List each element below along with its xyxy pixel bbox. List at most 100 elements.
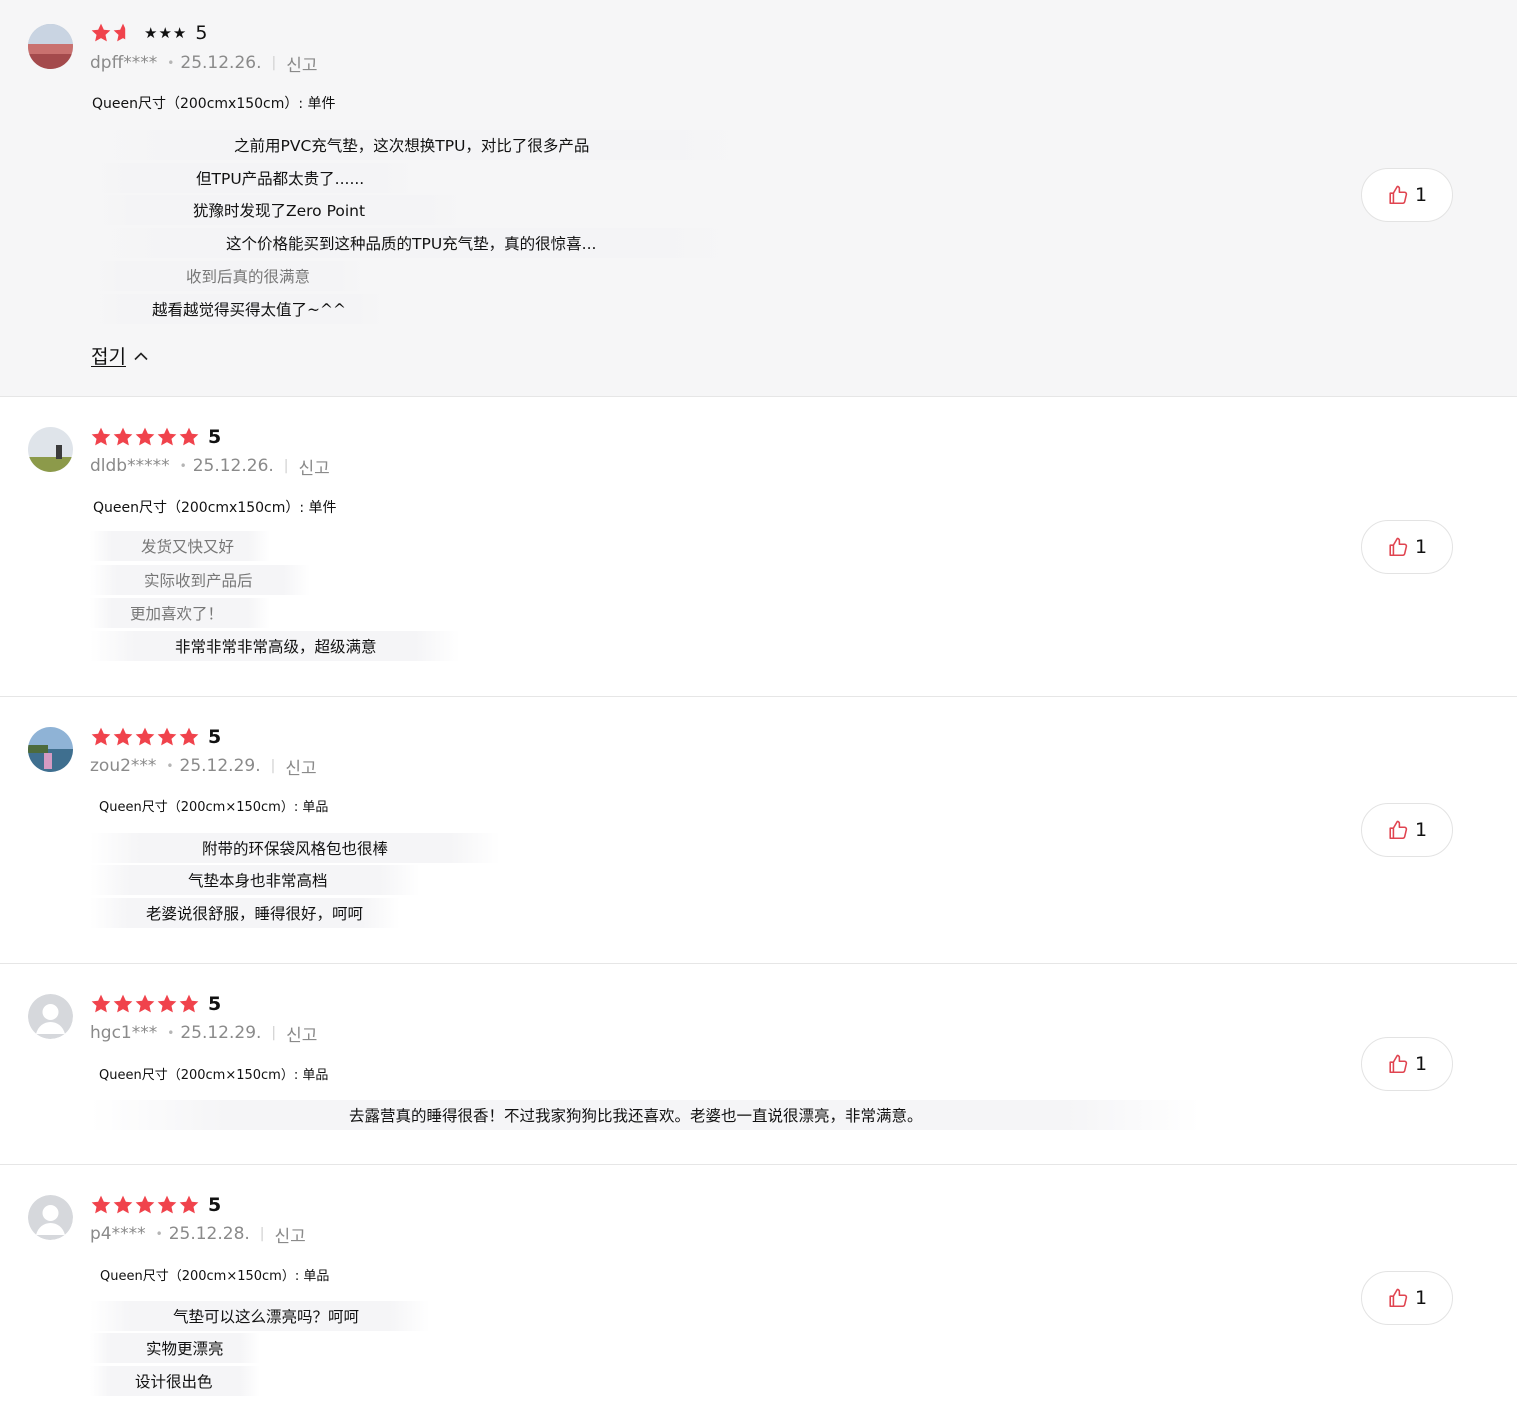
review-line: 越看越觉得买得太值了~^^	[90, 294, 390, 324]
star-icon	[178, 426, 200, 448]
meta-separator: |	[259, 1226, 265, 1242]
star-icon	[156, 993, 178, 1015]
default-avatar-icon	[28, 994, 73, 1039]
review-line: 设计很出色	[90, 1366, 260, 1396]
username: dpff****	[90, 53, 158, 73]
star-icon	[134, 426, 156, 448]
star-icon	[112, 22, 134, 44]
star-rating	[90, 426, 200, 448]
review-line: 收到后真的很满意	[90, 261, 370, 291]
report-button[interactable]: 신고	[285, 754, 316, 779]
review-line: 气垫本身也非常高档	[90, 865, 420, 895]
review-line: 这个价格能买到这种品质的TPU充气垫，真的很惊喜...	[90, 228, 740, 258]
rating-score: 5	[208, 993, 222, 1015]
rating-score: 5	[208, 1194, 222, 1216]
user-avatar	[28, 727, 73, 772]
purchase-option: Queen尺寸（200cmx150cm）: 单件	[93, 500, 337, 516]
star-icon	[112, 993, 134, 1015]
like-button[interactable]: 1	[1361, 803, 1453, 857]
like-count: 1	[1414, 1287, 1428, 1309]
user-avatar	[28, 24, 73, 69]
like-button[interactable]: 1	[1361, 168, 1453, 222]
meta-separator: |	[283, 458, 289, 474]
review-date: 25.12.28.	[168, 1224, 250, 1244]
report-button[interactable]: 신고	[286, 1021, 317, 1046]
purchase-option: Queen尺寸（200cmx150cm）: 单件	[92, 96, 336, 112]
purchase-option: Queen尺寸（200cm×150cm）: 单品	[99, 1068, 329, 1083]
review-line: 实际收到产品后	[90, 565, 310, 595]
meta-dot: •	[167, 56, 175, 70]
review-line: 老婆说很舒服，睡得很好，呵呵	[90, 898, 400, 928]
purchase-option: Queen尺寸（200cm×150cm）: 单品	[100, 1269, 330, 1284]
star-icon	[112, 726, 134, 748]
like-count: 1	[1414, 1053, 1428, 1075]
meta-separator: |	[271, 55, 277, 71]
review-date: 25.12.29.	[180, 1023, 262, 1043]
star-rating	[90, 1194, 200, 1216]
star-icon	[156, 1194, 178, 1216]
rating-stars-text: ★★★	[144, 24, 188, 42]
review-item: 5 dldb***** • 25.12.26. | 신고 Queen尺寸（200…	[0, 397, 1517, 697]
meta-separator: |	[270, 758, 276, 774]
star-icon	[156, 426, 178, 448]
review-meta: dldb***** • 25.12.26. | 신고	[90, 454, 330, 479]
username: p4****	[90, 1224, 146, 1244]
thumbs-up-icon	[1387, 1053, 1409, 1075]
like-button[interactable]: 1	[1361, 1271, 1453, 1325]
rating: 5	[90, 725, 221, 749]
review-line: 发货又快又好	[90, 531, 270, 561]
review-date: 25.12.29.	[179, 756, 261, 776]
review-line: 非常非常非常高级，超级满意	[90, 631, 460, 661]
like-count: 1	[1414, 819, 1428, 841]
review-line: 气垫可以这么漂亮吗？呵呵	[90, 1301, 430, 1331]
chevron-up-icon	[134, 351, 148, 360]
star-icon	[90, 426, 112, 448]
report-button[interactable]: 신고	[286, 51, 317, 76]
collapse-button[interactable]: 접기	[91, 342, 148, 369]
review-meta: zou2*** • 25.12.29. | 신고	[90, 754, 317, 779]
review-meta: dpff**** • 25.12.26. | 신고	[90, 51, 317, 76]
like-count: 1	[1414, 536, 1428, 558]
rating-score: 5	[195, 22, 208, 44]
review-line: 更加喜欢了！	[90, 598, 270, 628]
like-button[interactable]: 1	[1361, 520, 1453, 574]
default-avatar-icon	[28, 1195, 73, 1240]
user-avatar	[28, 427, 73, 472]
review-meta: p4**** • 25.12.28. | 신고	[90, 1222, 306, 1247]
like-count: 1	[1414, 184, 1428, 206]
star-icon	[134, 993, 156, 1015]
collapse-label: 접기	[91, 346, 126, 368]
review-line: 去露营真的睡得很香！不过我家狗狗比我还喜欢。老婆也一直说很漂亮，非常满意。	[90, 1100, 1200, 1130]
star-icon	[90, 726, 112, 748]
review-line: 实物更漂亮	[90, 1333, 260, 1363]
rating-score: 5	[208, 726, 222, 748]
star-icon	[112, 426, 134, 448]
rating: 5	[90, 425, 221, 449]
username: dldb*****	[90, 456, 170, 476]
review-meta: hgc1*** • 25.12.29. | 신고	[90, 1021, 317, 1046]
meta-dot: •	[179, 459, 187, 473]
report-button[interactable]: 신고	[275, 1222, 306, 1247]
review-date: 25.12.26.	[180, 53, 262, 73]
meta-dot: •	[155, 1227, 163, 1241]
star-rating	[90, 726, 200, 748]
star-icon	[134, 726, 156, 748]
review-item: 5 hgc1*** • 25.12.29. | 신고 Queen尺寸（200cm…	[0, 964, 1517, 1165]
meta-dot: •	[166, 759, 174, 773]
thumbs-up-icon	[1387, 819, 1409, 841]
review-item: 5 p4**** • 25.12.28. | 신고 Queen尺寸（200cm×…	[0, 1165, 1517, 1410]
star-icon	[156, 726, 178, 748]
purchase-option: Queen尺寸（200cm×150cm）: 单品	[99, 800, 329, 815]
thumbs-up-icon	[1387, 536, 1409, 558]
rating-score: 5	[208, 426, 222, 448]
like-button[interactable]: 1	[1361, 1037, 1453, 1091]
star-icon	[178, 1194, 200, 1216]
star-icon	[90, 22, 112, 44]
rating: 5	[90, 1193, 221, 1217]
star-icon	[90, 993, 112, 1015]
report-button[interactable]: 신고	[299, 454, 330, 479]
review-item: 5 zou2*** • 25.12.29. | 신고 Queen尺寸（200cm…	[0, 697, 1517, 964]
thumbs-up-icon	[1387, 1287, 1409, 1309]
username: hgc1***	[90, 1023, 158, 1043]
star-rating	[90, 22, 134, 44]
